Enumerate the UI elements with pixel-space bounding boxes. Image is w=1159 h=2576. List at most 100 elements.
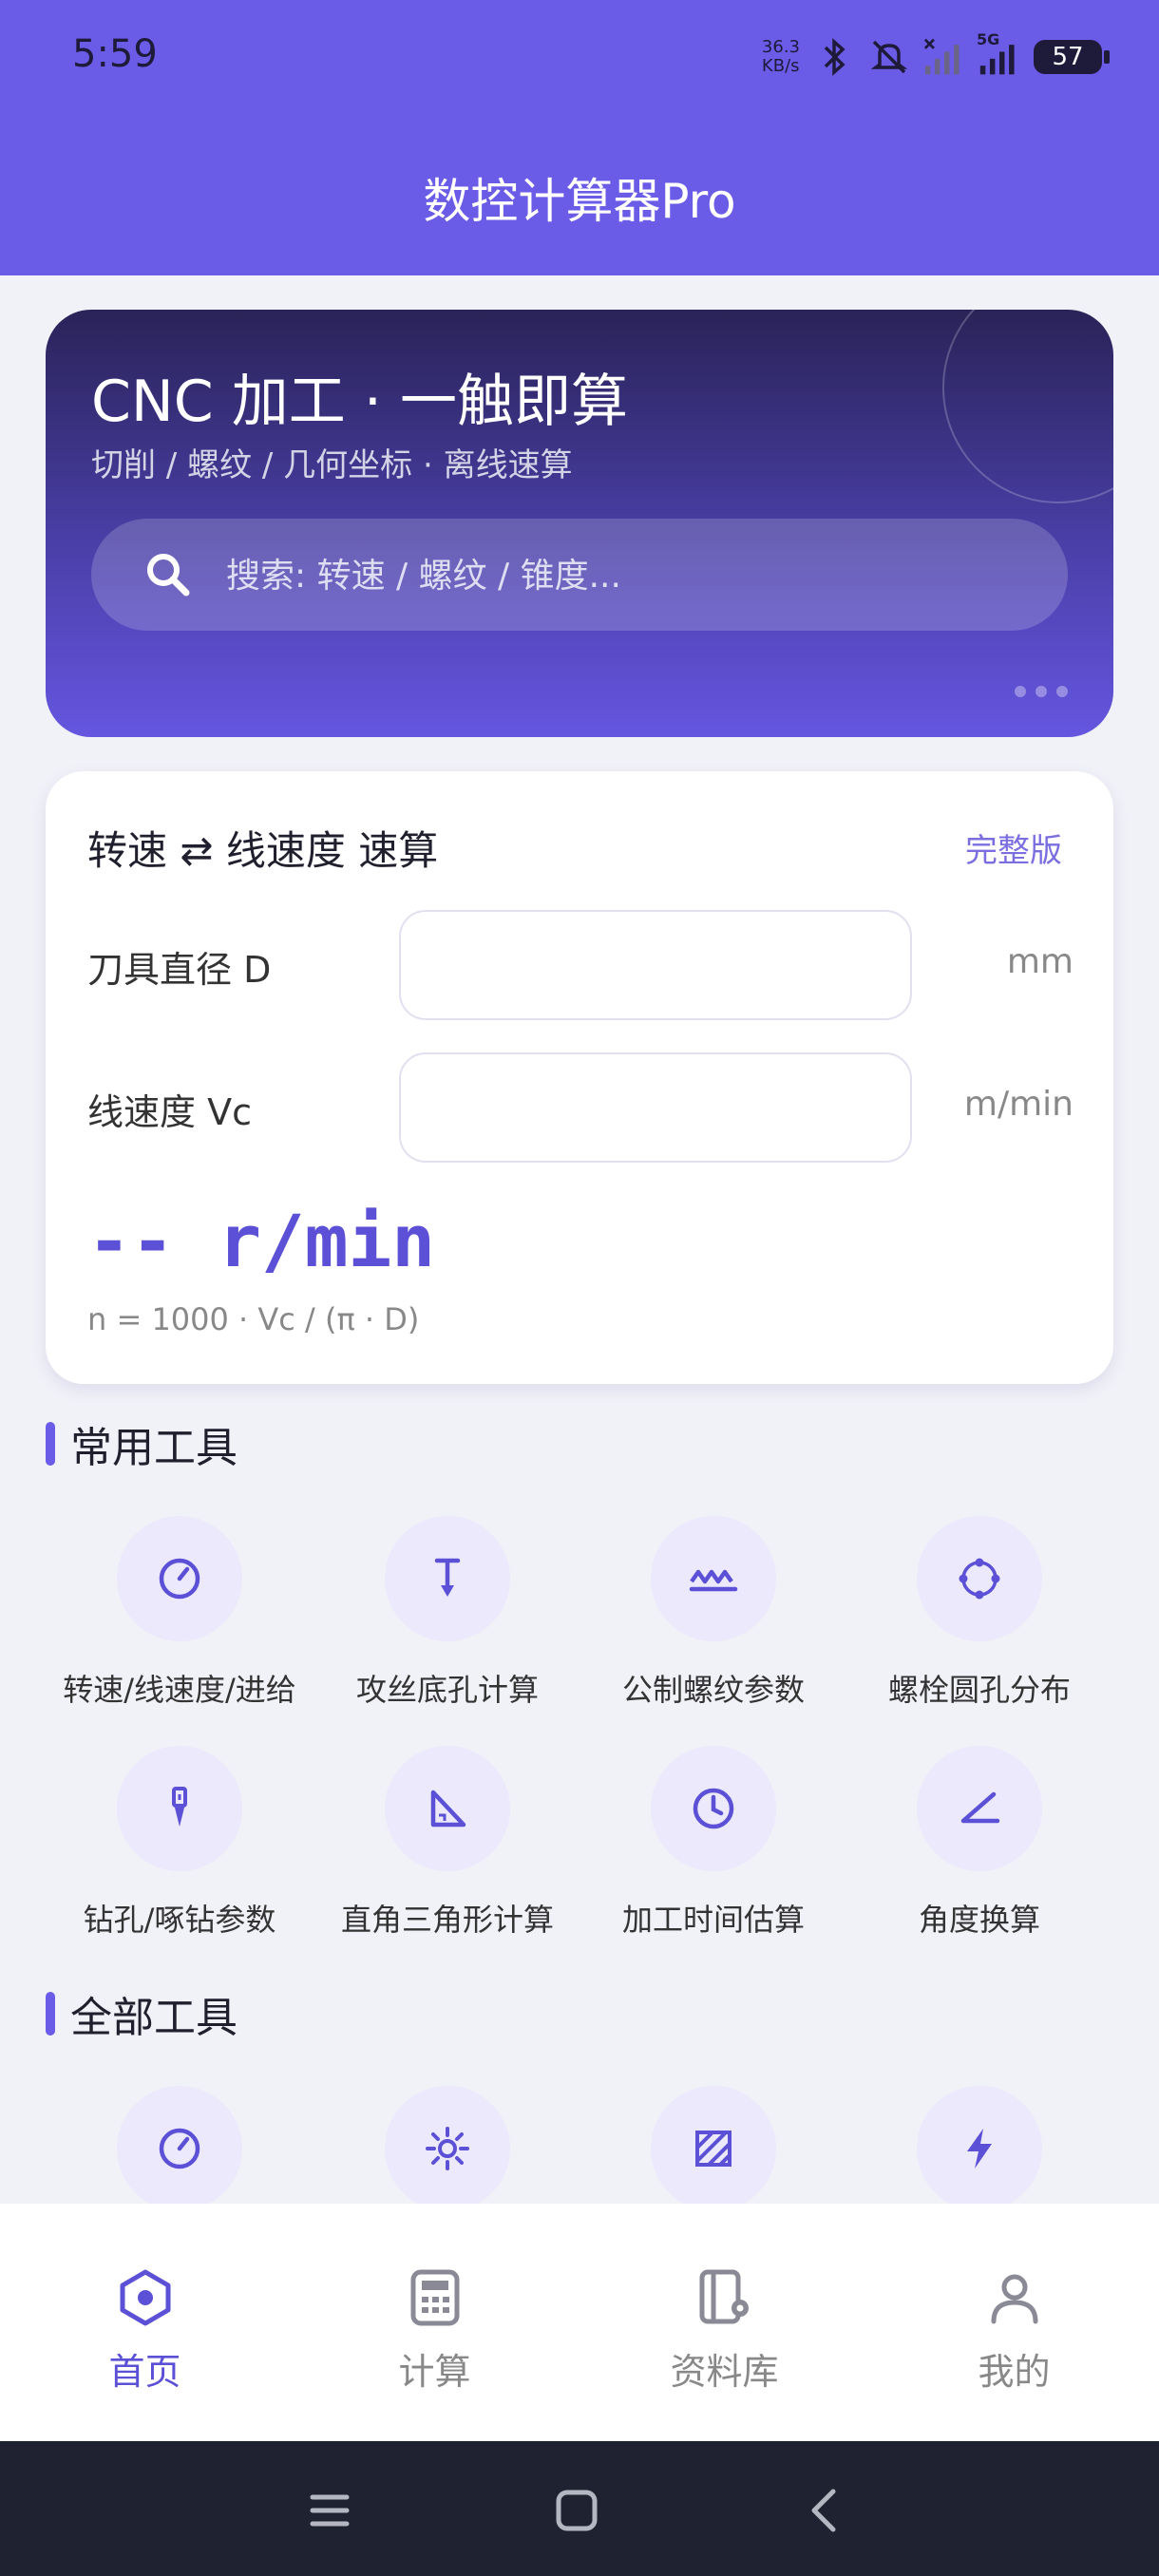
all-tool-lightning[interactable] [846,2086,1113,2211]
home-square-icon[interactable] [543,2477,610,2544]
tool-angle-convert[interactable]: 角度换算 [846,1746,1113,1940]
decorative-circle [942,310,1113,503]
app-title: 数控计算器Pro [423,174,736,229]
net-speed: 36.3 KB/s [762,38,800,76]
calculator-icon [402,2264,468,2331]
all-tools-header: 全部工具 [46,1983,238,2044]
clock-icon [693,1788,734,1829]
page-indicator [1015,686,1068,697]
nav-label: 计算 [398,2351,471,2393]
hatch-icon [695,2131,732,2167]
back-icon[interactable] [790,2477,857,2544]
diameter-unit: mm [1006,942,1074,981]
tool-machining-time[interactable]: 加工时间估算 [580,1746,847,1940]
common-tools-header: 常用工具 [46,1413,238,1474]
bottom-nav: 首页 计算 资料库 我的 [0,2204,1159,2441]
app-bar: 数控计算器Pro [0,114,1159,275]
tool-label: 钻孔/啄钻参数 [83,1902,276,1938]
section-accent-bar [46,1992,55,2036]
tool-icon-bg [385,1516,510,1641]
triangle-icon [430,1790,466,1828]
signal-label: 5G [977,30,1000,48]
status-bar: 5:59 36.3 KB/s 5G 57 [0,0,1159,114]
tool-label: 攻丝底孔计算 [355,1672,539,1708]
calc-title: 转速 ⇄ 线速度 速算 [87,827,439,874]
home-hex-icon [112,2264,179,2331]
section-accent-bar [46,1422,55,1466]
sun-icon [426,2127,469,2170]
system-nav-bar [0,2441,1159,2576]
bluetooth-icon [813,36,855,78]
bolt-circle-icon [959,1558,1000,1600]
tool-label: 螺栓圆孔分布 [887,1672,1071,1708]
tool-label: 加工时间估算 [621,1902,805,1938]
speed-label: 线速度 Vc [87,1091,252,1133]
drill-icon [172,1787,187,1827]
common-tools-title: 常用工具 [70,1424,238,1472]
tool-metric-thread[interactable]: 公制螺纹参数 [580,1516,847,1710]
gauge-icon [159,1558,200,1600]
formula-text: n = 1000 · Vc / (π · D) [87,1301,420,1337]
tool-icon-bg [117,1746,242,1871]
library-icon [692,2264,758,2331]
tool-icon-bg [117,1516,242,1641]
tool-icon-bg [651,1746,776,1871]
tool-label: 转速/线速度/进给 [63,1672,296,1708]
cutting-speed-field[interactable] [399,1052,912,1163]
menu-icon[interactable] [296,2477,363,2544]
nav-calculate[interactable]: 计算 [290,2204,580,2441]
bolt-icon [967,2129,992,2169]
all-tool-hatch[interactable] [580,2086,847,2211]
tool-bolt-circle[interactable]: 螺栓圆孔分布 [846,1516,1113,1710]
user-icon [981,2264,1048,2331]
tool-icon-bg [651,2086,776,2211]
tool-icon-bg [385,2086,510,2211]
gauge-icon [159,2128,200,2169]
battery-icon: 57 [1034,40,1110,74]
tool-tap-hole[interactable]: 攻丝底孔计算 [314,1516,581,1710]
all-tools-title: 全部工具 [70,1994,238,2042]
tool-drilling[interactable]: 钻孔/啄钻参数 [46,1746,314,1940]
status-time: 5:59 [72,32,158,76]
tool-right-triangle[interactable]: 直角三角形计算 [314,1746,581,1940]
tool-icon-bg [117,2086,242,2211]
tool-speed-feed[interactable]: 转速/线速度/进给 [46,1516,314,1710]
angle-icon [960,1791,1000,1824]
net-speed-value: 36.3 [761,37,800,57]
tool-label: 直角三角形计算 [340,1902,554,1938]
all-tool-sun[interactable] [314,2086,581,2211]
net-speed-unit: KB/s [761,56,800,76]
tool-label: 角度换算 [918,1902,1040,1938]
diameter-label: 刀具直径 D [87,949,272,991]
nav-label: 首页 [108,2351,181,2393]
tool-label: 公制螺纹参数 [621,1672,805,1708]
signal-5g-icon: 5G [977,30,1020,78]
search-input[interactable] [224,519,1045,633]
quick-calc-card: 转速 ⇄ 线速度 速算 完整版 刀具直径 D mm 线速度 Vc m/min -… [46,771,1113,1384]
signal-off-icon [923,36,965,78]
nav-home[interactable]: 首页 [0,2204,290,2441]
tool-icon-bg [917,1516,1042,1641]
tap-icon [434,1558,461,1597]
search-icon [147,554,190,597]
hero-title: CNC 加工 · 一触即算 [91,369,628,435]
nav-library[interactable]: 资料库 [580,2204,869,2441]
speed-unit: m/min [963,1085,1074,1124]
tool-icon-bg [917,2086,1042,2211]
thread-icon [689,1569,738,1592]
status-icons: 36.3 KB/s 5G 57 [762,28,1110,85]
hero-subtitle: 切削 / 螺纹 / 几何坐标 · 离线速算 [91,446,573,484]
rpm-result: -- r/min [87,1199,436,1283]
tool-icon-bg [917,1746,1042,1871]
nav-label: 资料库 [670,2351,779,2393]
nav-label: 我的 [978,2351,1051,2393]
search-bar[interactable] [91,519,1068,633]
nav-profile[interactable]: 我的 [869,2204,1159,2441]
tool-icon-bg [385,1746,510,1871]
full-version-link[interactable]: 完整版 [965,824,1062,871]
mute-icon [868,36,910,78]
hero-card: CNC 加工 · 一触即算 切削 / 螺纹 / 几何坐标 · 离线速算 [46,310,1113,737]
all-tool-gauge[interactable] [46,2086,314,2211]
tool-icon-bg [651,1516,776,1641]
diameter-field[interactable] [399,910,912,1020]
